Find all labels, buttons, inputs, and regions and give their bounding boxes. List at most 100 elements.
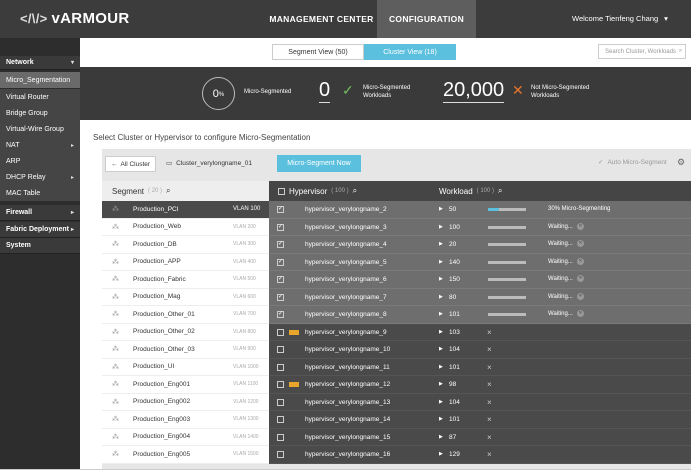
tab-management-center[interactable]: MANAGEMENT CENTER [266, 0, 377, 38]
search-icon[interactable]: ⌕ [166, 186, 170, 196]
segment-row[interactable]: ⁂ Production_Eng003 VLAN 1300 [102, 411, 269, 429]
auto-micro-segment-toggle[interactable]: ✓ Auto Micro-Segment [598, 158, 667, 167]
expand-arrow-icon[interactable]: ▶ [439, 416, 443, 422]
row-checkbox[interactable]: ✓ [277, 206, 284, 213]
hypervisor-row[interactable]: hypervisor_verylongname_12 ▶ 98 × [269, 376, 691, 394]
segment-column-header[interactable]: Segment( 20 ) ⌕ [112, 186, 171, 196]
close-icon[interactable]: × [487, 363, 492, 372]
expand-arrow-icon[interactable]: ▶ [439, 311, 443, 317]
search-input[interactable]: Search Cluster, Workloads ⌕ [598, 44, 686, 59]
hypervisor-row[interactable]: hypervisor_verylongname_13 ▶ 104 × [269, 393, 691, 411]
row-checkbox[interactable]: ✓ [277, 258, 284, 266]
hypervisor-row[interactable]: ✓ hypervisor_verylongname_7 ▶ 80 Waiting... ✕ [269, 288, 691, 306]
select-all-checkbox[interactable] [278, 187, 285, 195]
hypervisor-row[interactable]: ✓ hypervisor_verylongname_4 ▶ 20 Waiting... ✕ [269, 236, 691, 254]
sidebar-item[interactable]: MAC Table [0, 185, 80, 201]
hypervisor-row[interactable]: ✓ hypervisor_verylongname_3 ▶ 100 Waiting...… [269, 218, 691, 236]
close-icon[interactable]: × [487, 450, 492, 459]
hypervisor-row[interactable]: hypervisor_verylongname_11 ▶ 101 × [269, 358, 691, 376]
row-checkbox[interactable]: ✓ [277, 223, 284, 231]
expand-arrow-icon[interactable]: ▶ [439, 241, 443, 247]
search-icon[interactable]: ⌕ [353, 186, 357, 196]
segment-row[interactable]: ⁂ Production_Eng002 VLAN 1200 [102, 393, 269, 411]
row-checkbox[interactable] [277, 433, 284, 441]
expand-arrow-icon[interactable]: ▶ [439, 329, 443, 335]
cancel-icon[interactable]: ✕ [577, 292, 584, 300]
segment-row[interactable]: ⁂ Production_UI VLAN 1000 [102, 358, 269, 376]
sidebar-item[interactable]: Bridge Group [0, 105, 80, 121]
expand-arrow-icon[interactable]: ▶ [439, 259, 443, 265]
segment-row[interactable]: ⁂ Production_Other_03 VLAN 900 [102, 341, 269, 359]
hypervisor-row[interactable]: hypervisor_verylongname_9 ▶ 103 × [269, 323, 691, 341]
sidebar-item[interactable]: ARP [0, 153, 80, 169]
row-checkbox[interactable]: ✓ [277, 311, 284, 318]
segment-row[interactable]: ⁂ Production_Web VLAN 200 [102, 218, 269, 236]
sidebar-item[interactable]: Network ▾ [0, 56, 80, 70]
expand-arrow-icon[interactable]: ▶ [439, 451, 443, 457]
row-checkbox[interactable] [277, 416, 284, 423]
cancel-icon[interactable]: ✕ [577, 222, 584, 230]
gear-icon[interactable]: ⚙ [677, 157, 685, 168]
expand-arrow-icon[interactable]: ▶ [439, 381, 443, 387]
vharmour-logo[interactable]: </\/> vARMOUR [20, 10, 129, 27]
close-icon[interactable]: × [487, 415, 492, 424]
segment-row[interactable]: ⁂ Production_Other_02 VLAN 800 [102, 323, 269, 341]
cancel-icon[interactable]: ✕ [577, 310, 584, 317]
segment-row[interactable]: ⁂ Production_DB VLAN 300 [102, 236, 269, 254]
expand-arrow-icon[interactable]: ▶ [439, 276, 443, 282]
sidebar-item[interactable]: Virtual Router [0, 89, 80, 105]
segment-row[interactable]: ⁂ Production_Mag VLAN 600 [102, 288, 269, 306]
expand-arrow-icon[interactable]: ▶ [439, 224, 443, 230]
close-icon[interactable]: × [487, 398, 492, 407]
row-checkbox[interactable] [277, 398, 284, 406]
sidebar-item[interactable]: NAT ▸ [0, 137, 80, 153]
cancel-icon[interactable]: ✕ [577, 240, 584, 247]
expand-arrow-icon[interactable]: ▶ [439, 206, 443, 212]
cluster-view-button[interactable]: Cluster View (18) [364, 44, 456, 60]
hypervisor-row[interactable]: hypervisor_verylongname_16 ▶ 129 × [269, 446, 691, 464]
row-checkbox[interactable] [277, 381, 284, 388]
row-checkbox[interactable] [277, 328, 284, 336]
workload-column-header[interactable]: Workload( 100 ) ⌕ [439, 186, 502, 196]
segment-view-button[interactable]: Segment View (50) [272, 44, 364, 60]
hypervisor-row[interactable]: ✓ hypervisor_verylongname_5 ▶ 140 Waiting...… [269, 253, 691, 271]
cancel-icon[interactable]: ✕ [577, 257, 584, 265]
expand-arrow-icon[interactable]: ▶ [439, 364, 443, 370]
hypervisor-row[interactable]: ✓ hypervisor_verylongname_2 ▶ 50 30% Micro-S… [269, 201, 691, 219]
user-menu[interactable]: Welcome Tienfeng Chang ▾ [572, 14, 668, 23]
row-checkbox[interactable] [277, 451, 284, 458]
hypervisor-row[interactable]: ✓ hypervisor_verylongname_8 ▶ 101 Waiting...… [269, 306, 691, 324]
row-checkbox[interactable]: ✓ [277, 241, 284, 248]
expand-arrow-icon[interactable]: ▶ [439, 346, 443, 352]
segment-row[interactable]: ⁂ Production_Eng001 VLAN 1100 [102, 376, 269, 394]
row-checkbox[interactable] [277, 363, 284, 371]
segment-row[interactable]: ⁂ Production_Fabric VLAN 500 [102, 271, 269, 289]
sidebar-item[interactable]: Virtual-Wire Group [0, 121, 80, 137]
row-checkbox[interactable]: ✓ [277, 293, 284, 301]
cancel-icon[interactable]: ✕ [577, 275, 584, 282]
row-checkbox[interactable] [277, 346, 284, 353]
sidebar-item[interactable]: Fabric Deployment ▸ [0, 222, 80, 238]
close-icon[interactable]: × [487, 433, 492, 442]
expand-arrow-icon[interactable]: ▶ [439, 434, 443, 440]
micro-segment-now-button[interactable]: Micro-Segment Now [277, 155, 361, 172]
segment-row[interactable]: ⁂ Production_Other_01 VLAN 700 [102, 306, 269, 324]
sidebar-item[interactable]: Micro_Segmentation [0, 72, 80, 88]
segment-row[interactable]: ⁂ Production_PCI VLAN 100 [102, 201, 269, 219]
hypervisor-row[interactable]: hypervisor_verylongname_10 ▶ 104 × [269, 341, 691, 359]
close-icon[interactable]: × [487, 380, 492, 389]
tab-configuration[interactable]: CONFIGURATION [377, 0, 476, 38]
hypervisor-row[interactable]: ✓ hypervisor_verylongname_6 ▶ 150 Waiting...… [269, 271, 691, 289]
close-icon[interactable]: × [487, 345, 492, 354]
sidebar-item[interactable]: Firewall ▸ [0, 205, 80, 221]
sidebar-item[interactable]: System [0, 238, 80, 254]
row-checkbox[interactable]: ✓ [277, 276, 284, 283]
close-icon[interactable]: × [487, 328, 492, 337]
segment-row[interactable]: ⁂ Production_Eng005 VLAN 1500 [102, 446, 269, 464]
sidebar-item[interactable]: DHCP Relay ▸ [0, 169, 80, 185]
expand-arrow-icon[interactable]: ▶ [439, 399, 443, 405]
hypervisor-row[interactable]: hypervisor_verylongname_15 ▶ 87 × [269, 428, 691, 446]
segment-row[interactable]: ⁂ Production_Eng004 VLAN 1400 [102, 428, 269, 446]
expand-arrow-icon[interactable]: ▶ [439, 294, 443, 300]
hypervisor-column-header[interactable]: Hypervisor( 100 ) ⌕ [278, 186, 357, 196]
